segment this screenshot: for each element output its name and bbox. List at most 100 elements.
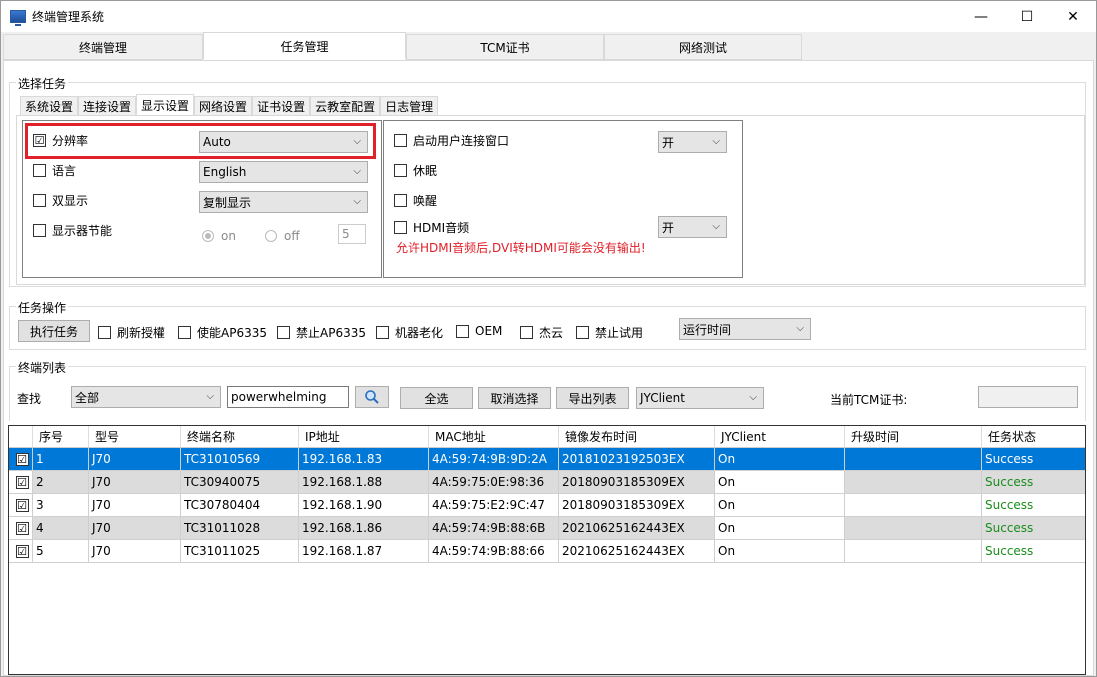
table-row[interactable]: ☑ 4 J70 TC31011028 192.168.1.86 4A:59:74… <box>9 517 1085 540</box>
dual-display-checkbox[interactable]: 双显示 <box>33 192 88 209</box>
export-list-button[interactable]: 导出列表 <box>556 387 629 409</box>
subtab-certificate[interactable]: 证书设置 <box>252 96 311 116</box>
search-input[interactable]: powerwhelming <box>227 386 349 408</box>
start-window-label: 启动用户连接窗口 <box>413 134 510 148</box>
jieyun-checkbox[interactable]: 杰云 <box>520 324 563 341</box>
language-select[interactable]: English ⌵ <box>199 161 368 183</box>
terminal-table: 序号 型号 终端名称 IP地址 MAC地址 镜像发布时间 JYClient 升级… <box>8 425 1086 675</box>
subtab-network[interactable]: 网络设置 <box>194 96 253 116</box>
power-save-off-radio[interactable]: off <box>265 229 300 243</box>
row-checkbox[interactable]: ☑ <box>9 494 33 516</box>
header-upgrade-time[interactable]: 升级时间 <box>845 426 982 447</box>
cell-no: 3 <box>33 494 89 516</box>
checkbox-checked-icon: ☑ <box>15 475 29 489</box>
run-time-select[interactable]: 运行时间 ⌵ <box>679 318 811 340</box>
cell-name: TC31011028 <box>181 517 299 539</box>
oem-label: OEM <box>475 324 503 338</box>
cell-image-time: 20181023192503EX <box>559 448 715 470</box>
resolution-highlight-box <box>25 123 376 159</box>
run-time-value: 运行时间 <box>683 322 732 337</box>
machine-aging-checkbox[interactable]: 机器老化 <box>376 324 443 341</box>
row-checkbox[interactable]: ☑ <box>9 517 33 539</box>
window-title: 终端管理系统 <box>32 10 105 24</box>
disable-trial-checkbox[interactable]: 禁止试用 <box>576 324 643 341</box>
chevron-down-icon: ⌵ <box>353 196 361 207</box>
header-jyclient[interactable]: JYClient <box>715 426 845 447</box>
header-image-time[interactable]: 镜像发布时间 <box>559 426 715 447</box>
power-save-checkbox[interactable]: 显示器节能 <box>33 222 112 239</box>
tcm-value-field <box>978 386 1078 408</box>
power-save-minutes-input[interactable]: 5 <box>338 224 366 244</box>
power-save-label: 显示器节能 <box>52 224 113 238</box>
header-model[interactable]: 型号 <box>89 426 181 447</box>
sleep-checkbox[interactable]: 休眠 <box>394 162 437 179</box>
refresh-license-checkbox[interactable]: 刷新授權 <box>98 324 165 341</box>
title-bar: 终端管理系统 — ☐ ✕ <box>1 1 1096 32</box>
cell-ip: 192.168.1.83 <box>299 448 429 470</box>
cell-image-time: 20210625162443EX <box>559 517 715 539</box>
power-save-on-radio[interactable]: on <box>202 229 236 243</box>
tab-task-management[interactable]: 任务管理 <box>203 32 406 60</box>
close-button[interactable]: ✕ <box>1050 1 1096 32</box>
header-name[interactable]: 终端名称 <box>181 426 299 447</box>
cell-upgrade-time <box>845 494 982 516</box>
tab-tcm-certificate[interactable]: TCM证书 <box>406 34 604 60</box>
jieyun-label: 杰云 <box>539 326 564 340</box>
language-checkbox[interactable]: 语言 <box>33 162 76 179</box>
table-row[interactable]: ☑ 1 J70 TC31010569 192.168.1.83 4A:59:74… <box>9 448 1085 471</box>
minimize-button[interactable]: — <box>958 1 1004 32</box>
client-select[interactable]: JYClient ⌵ <box>636 387 764 409</box>
header-ip[interactable]: IP地址 <box>299 426 429 447</box>
cell-status: Success <box>985 452 1034 466</box>
table-row[interactable]: ☑ 5 J70 TC31011025 192.168.1.87 4A:59:74… <box>9 540 1085 563</box>
execute-task-button[interactable]: 执行任务 <box>18 320 90 342</box>
oem-checkbox[interactable]: OEM <box>456 324 502 338</box>
header-no[interactable]: 序号 <box>33 426 89 447</box>
cell-ip: 192.168.1.90 <box>299 494 429 516</box>
hdmi-audio-select[interactable]: 开 ⌵ <box>658 216 727 238</box>
cell-jyclient: On <box>715 448 845 470</box>
deselect-button[interactable]: 取消选择 <box>478 387 551 409</box>
search-button[interactable] <box>355 386 389 408</box>
cell-model: J70 <box>89 471 181 493</box>
select-task-title: 选择任务 <box>16 75 69 92</box>
dual-display-select[interactable]: 复制显示 ⌵ <box>199 191 368 213</box>
cell-status: Success <box>985 521 1034 535</box>
subtab-cloud-classroom[interactable]: 云教室配置 <box>310 96 381 116</box>
wake-checkbox[interactable]: 唤醒 <box>394 192 437 209</box>
disable-ap6335-checkbox[interactable]: 禁止AP6335 <box>277 324 366 341</box>
disable-trial-label: 禁止试用 <box>595 326 644 340</box>
maximize-button[interactable]: ☐ <box>1004 1 1050 32</box>
subtab-system[interactable]: 系统设置 <box>20 96 79 116</box>
filter-select[interactable]: 全部 ⌵ <box>71 386 221 408</box>
header-status[interactable]: 任务状态 <box>982 426 1085 447</box>
select-all-button[interactable]: 全选 <box>400 387 473 409</box>
row-checkbox[interactable]: ☑ <box>9 448 33 470</box>
radio-icon <box>265 230 277 242</box>
cell-upgrade-time <box>845 517 982 539</box>
tab-terminal-management[interactable]: 终端管理 <box>3 34 203 60</box>
checkbox-icon <box>33 164 46 177</box>
start-window-checkbox[interactable]: 启动用户连接窗口 <box>394 132 509 149</box>
tab-network-test[interactable]: 网络测试 <box>604 34 802 60</box>
task-ops-title: 任务操作 <box>16 299 69 316</box>
subtab-display[interactable]: 显示设置 <box>136 94 195 116</box>
hdmi-audio-checkbox[interactable]: HDMI音频 <box>394 219 469 236</box>
cell-upgrade-time <box>845 471 982 493</box>
cell-mac: 4A:59:75:0E:98:36 <box>429 471 559 493</box>
row-checkbox[interactable]: ☑ <box>9 540 33 562</box>
table-row[interactable]: ☑ 3 J70 TC30780404 192.168.1.90 4A:59:75… <box>9 494 1085 517</box>
cell-name: TC30780404 <box>181 494 299 516</box>
table-row[interactable]: ☑ 2 J70 TC30940075 192.168.1.88 4A:59:75… <box>9 471 1085 494</box>
subtab-log[interactable]: 日志管理 <box>380 96 439 116</box>
header-checkbox-column <box>9 426 33 447</box>
subtab-connection[interactable]: 连接设置 <box>78 96 137 116</box>
cell-image-time: 20210625162443EX <box>559 540 715 562</box>
cell-mac: 4A:59:75:E2:9C:47 <box>429 494 559 516</box>
header-mac[interactable]: MAC地址 <box>429 426 559 447</box>
enable-ap6335-checkbox[interactable]: 使能AP6335 <box>178 324 267 341</box>
row-checkbox[interactable]: ☑ <box>9 471 33 493</box>
hdmi-warning-text: 允许HDMI音频后,DVI转HDMI可能会没有输出! <box>396 241 646 255</box>
cell-mac: 4A:59:74:9B:88:66 <box>429 540 559 562</box>
start-window-select[interactable]: 开 ⌵ <box>658 131 727 153</box>
